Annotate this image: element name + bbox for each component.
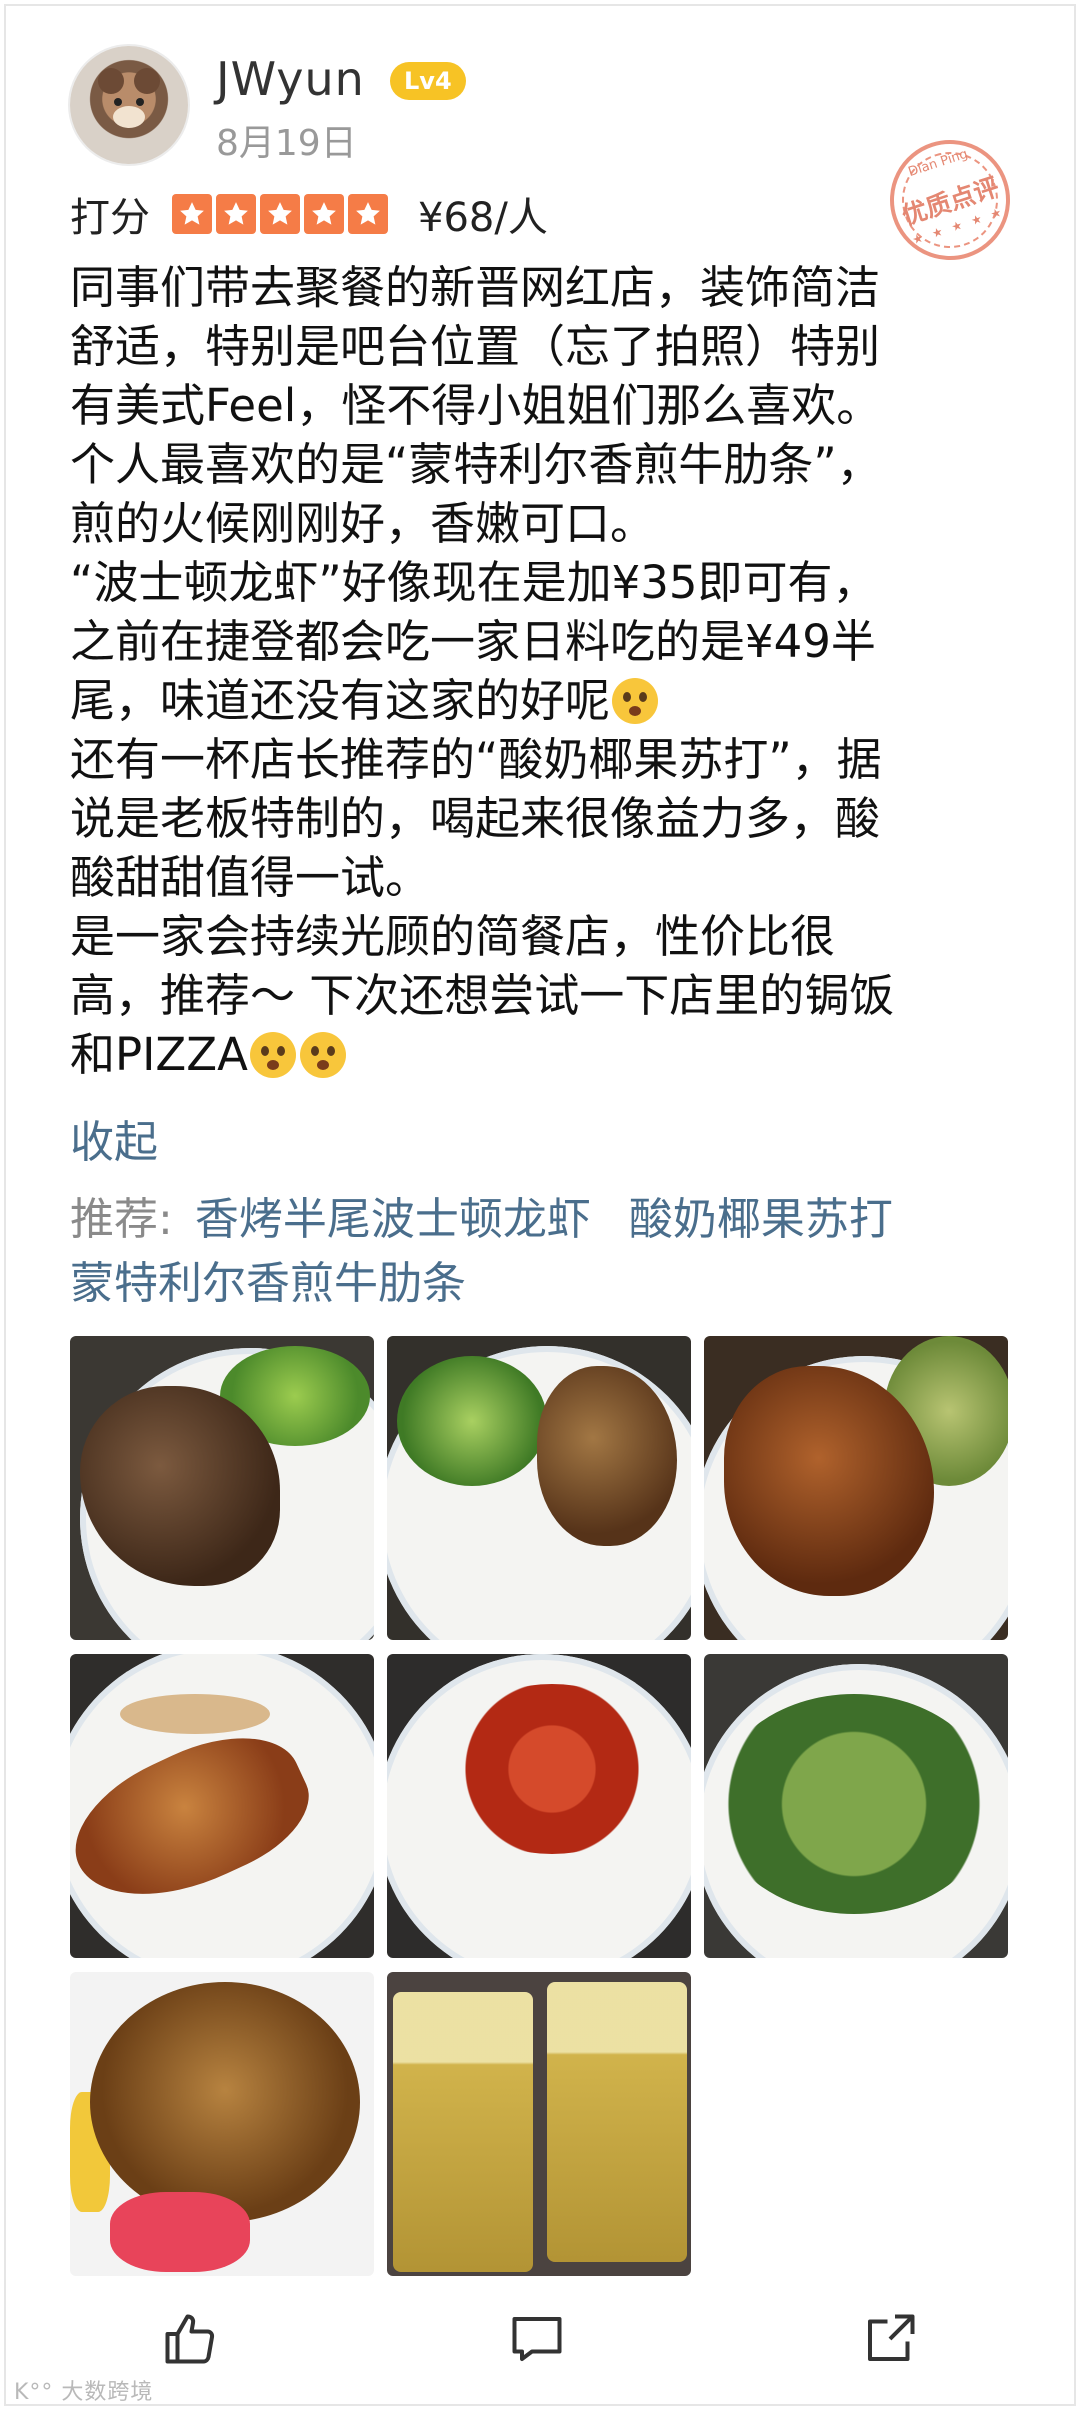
review-line: 尾，味道还没有这家的好呢	[70, 674, 611, 727]
recommend-label: 推荐:	[70, 1194, 173, 1245]
avatar-bear-ear	[98, 68, 124, 94]
review-line: 煎的火候刚刚好，香嫩可口。	[70, 497, 656, 550]
review-line-with-emoji: 和PIZZA	[70, 1025, 1010, 1084]
star-icon	[216, 194, 256, 234]
photo-steak-plate[interactable]	[70, 1336, 374, 1640]
review-date: 8月19日	[216, 123, 357, 164]
avatar-bear-muzzle	[113, 106, 145, 128]
user-avatar[interactable]	[70, 46, 188, 164]
recommended-dishes: 推荐: 香烤半尾波士顿龙虾 酸奶椰果苏打 蒙特利尔香煎牛肋条	[70, 1188, 1030, 1316]
photo-beef-ribs-plate[interactable]	[704, 1336, 1008, 1640]
review-text: 同事们带去聚餐的新晋网红店，装饰简洁 舒适，特别是吧台位置（忘了拍照）特别 有美…	[70, 258, 1010, 1084]
review-line: 还有一杯店长推荐的“酸奶椰果苏打”，据	[70, 733, 882, 786]
star-rating	[172, 194, 388, 234]
comment-icon	[512, 2317, 562, 2361]
avatar-bear-ear	[134, 68, 160, 94]
username[interactable]: JWyun	[216, 52, 365, 106]
action-bar	[0, 2284, 1080, 2394]
review-line: 个人最喜欢的是“蒙特利尔香煎牛肋条”，	[70, 438, 882, 491]
price-per-person: ¥68/人	[418, 195, 548, 241]
rating-label: 打分	[70, 195, 150, 241]
review-line: 说是老板特制的，喝起来很像益力多，酸	[70, 792, 881, 845]
review-line: 舒适，特别是吧台位置（忘了拍照）特别	[70, 320, 881, 373]
review-line: 和PIZZA	[70, 1028, 248, 1081]
share-button[interactable]	[855, 2304, 925, 2374]
review-line: 之前在捷登都会吃一家日料吃的是¥49半	[70, 615, 876, 668]
photo-salad-plate[interactable]	[704, 1654, 1008, 1958]
recommended-dish-link[interactable]: 酸奶椰果苏打	[629, 1194, 893, 1245]
photo-spaghetti-plate[interactable]	[387, 1654, 691, 1958]
star-icon	[260, 194, 300, 234]
review-line: “波士顿龙虾”好像现在是加¥35即可有，	[70, 556, 878, 609]
collapse-button[interactable]: 收起	[70, 1106, 158, 1170]
user-level-badge: Lv4	[390, 62, 466, 100]
photo-lobster-plate[interactable]	[70, 1654, 374, 1958]
comment-button[interactable]	[502, 2304, 572, 2374]
flushed-emoji-icon	[612, 678, 659, 724]
like-icon	[165, 2314, 215, 2364]
photo-baked-rice[interactable]	[70, 1972, 374, 2276]
heart-eyes-emoji-icon	[299, 1032, 346, 1078]
like-button[interactable]	[155, 2304, 225, 2374]
photo-grid	[70, 1336, 1010, 2276]
share-icon	[868, 2314, 915, 2361]
star-icon	[304, 194, 344, 234]
avatar-bear-eye	[114, 98, 122, 106]
review-line: 酸甜甜值得一试。	[70, 851, 431, 904]
star-icon	[348, 194, 388, 234]
review-line: 同事们带去聚餐的新晋网红店，装饰简洁	[70, 261, 881, 314]
star-icon	[172, 194, 212, 234]
recommended-dish-link[interactable]: 蒙特利尔香煎牛肋条	[70, 1258, 466, 1309]
recommended-dish-link[interactable]: 香烤半尾波士顿龙虾	[195, 1194, 591, 1245]
watermark: K°° 大数跨境	[14, 2380, 154, 2405]
review-line: 高，推荐～ 下次还想尝试一下店里的锔饭	[70, 969, 895, 1022]
review-line-with-emoji: 尾，味道还没有这家的好呢	[70, 671, 1010, 730]
photo-iced-drinks[interactable]	[387, 1972, 691, 2276]
winking-tongue-emoji-icon	[249, 1032, 296, 1078]
review-line: 是一家会持续光顾的简餐店，性价比很	[70, 910, 836, 963]
rating-row: 打分 ¥68/人	[70, 188, 548, 241]
avatar-bear-eye	[136, 98, 144, 106]
review-line: 有美式Feel，怪不得小姐姐们那么喜欢。	[70, 379, 882, 432]
photo-chicken-plate[interactable]	[387, 1336, 691, 1640]
